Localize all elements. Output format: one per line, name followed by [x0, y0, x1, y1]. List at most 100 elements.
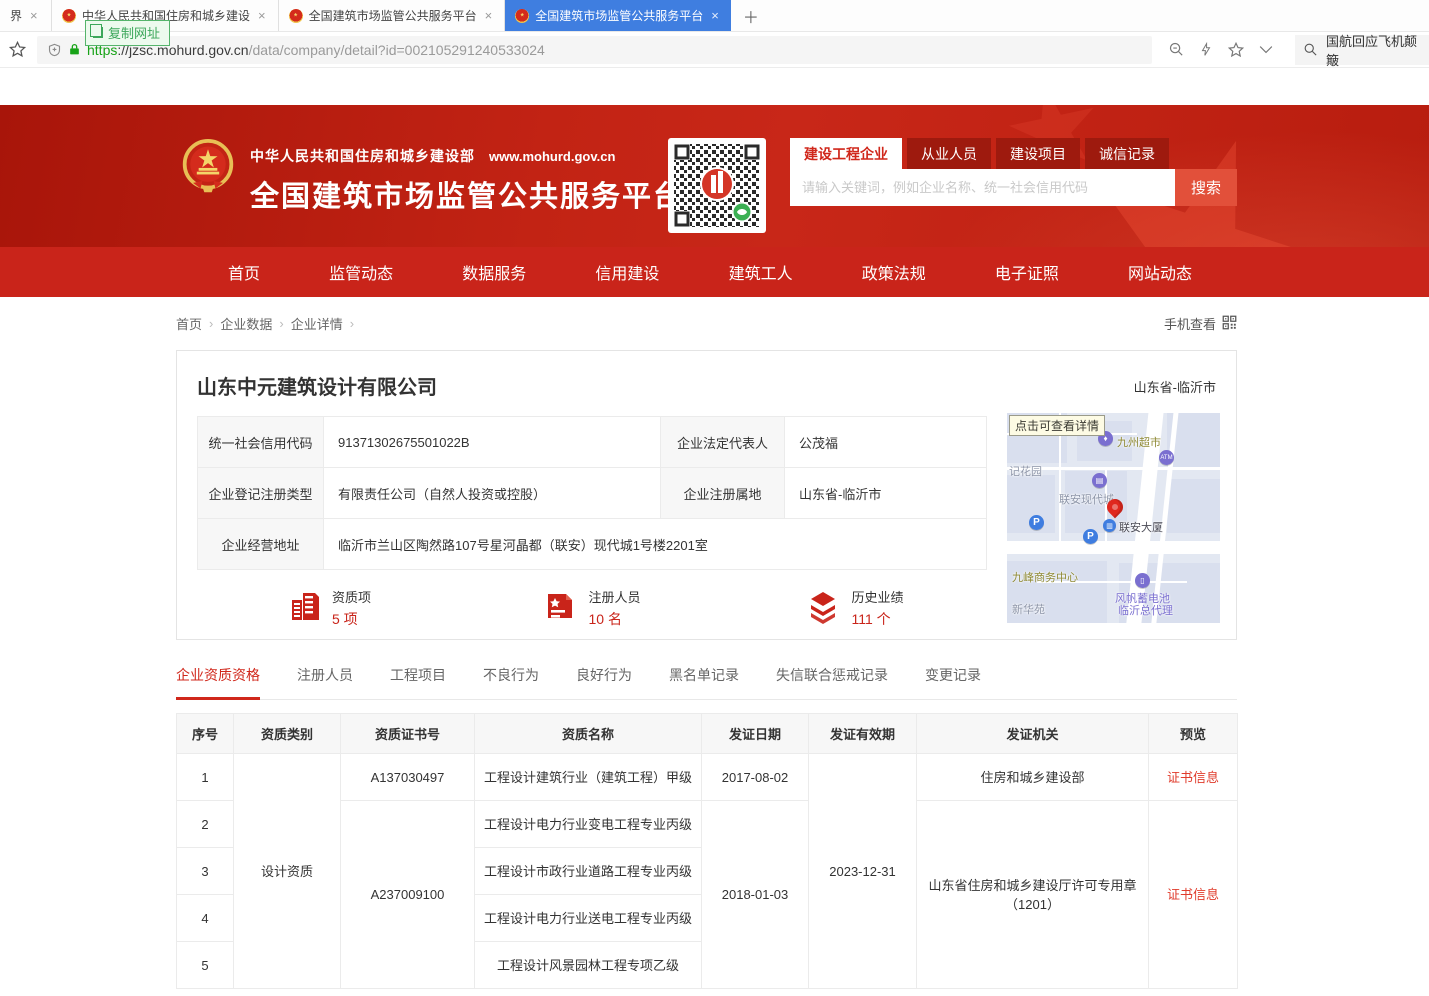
header-qr-code: [668, 138, 766, 233]
field-label: 企业法定代表人: [661, 417, 785, 468]
seq-cell: 1: [177, 754, 234, 801]
breadcrumb-home[interactable]: 首页: [176, 314, 202, 333]
nav-item-home[interactable]: 首页: [228, 260, 260, 284]
issue-date-cell: 2018-01-03: [702, 801, 809, 989]
table-header-row: 序号 资质类别 资质证书号 资质名称 发证日期 发证有效期 发证机关 预览: [177, 714, 1238, 754]
tower-marker-icon: ▥: [1103, 519, 1116, 532]
browser-tab-jzsc-active[interactable]: 全国建筑市场监管公共服务平台 ×: [505, 0, 731, 31]
tab-good-behavior[interactable]: 良好行为: [576, 665, 632, 699]
col-header-preview: 预览: [1149, 714, 1238, 754]
col-header-valid-until: 发证有效期: [809, 714, 917, 754]
col-header-name: 资质名称: [475, 714, 702, 754]
tab-registered-personnel[interactable]: 注册人员: [297, 665, 353, 699]
field-label: 统一社会信用代码: [198, 417, 324, 468]
breadcrumb-separator: ›: [279, 316, 283, 331]
stat-label: 资质项: [332, 587, 371, 606]
qualification-table: 序号 资质类别 资质证书号 资质名称 发证日期 发证有效期 发证机关 预览 1 …: [176, 713, 1238, 989]
stat-label: 注册人员: [588, 587, 640, 606]
credit-code-value: 91371302675501022B: [324, 417, 661, 468]
col-header-issue-date: 发证日期: [702, 714, 809, 754]
url-path: /data/company/detail?id=0021052912405330…: [249, 42, 545, 58]
map-poi-garden: 记花园: [1009, 463, 1042, 479]
breadcrumb-company-data[interactable]: 企业数据: [220, 314, 272, 333]
company-region: 山东省-临沂市: [1134, 377, 1216, 396]
col-header-seq: 序号: [177, 714, 234, 754]
company-location-map[interactable]: ♦ 九州超市 ATM 记花园 ▤ 联安现代城 ▥ 联安大厦 P P 九峰商务中心…: [1007, 413, 1220, 623]
search-tab-credit[interactable]: 诚信记录: [1085, 138, 1169, 169]
nav-item-news[interactable]: 网站动态: [1128, 260, 1192, 284]
field-label: 企业注册属地: [661, 468, 785, 519]
search-row: 搜索: [790, 169, 1237, 206]
seq-cell: 2: [177, 801, 234, 848]
company-info-table: 统一社会信用代码 91371302675501022B 企业法定代表人 公茂福 …: [197, 416, 987, 570]
tab-dishonesty-records[interactable]: 失信联合惩戒记录: [776, 665, 888, 699]
map-tooltip: 点击可查看详情: [1009, 415, 1105, 436]
search-tab-project[interactable]: 建设项目: [996, 138, 1080, 169]
site-logo-block[interactable]: 中华人民共和国住房和城乡建设部www.mohurd.gov.cn 全国建筑市场监…: [180, 138, 684, 215]
page-top-gap: [0, 68, 1429, 105]
close-icon[interactable]: ×: [483, 8, 495, 23]
search-tab-personnel[interactable]: 从业人员: [907, 138, 991, 169]
parking-icon: P: [1029, 515, 1044, 530]
table-row: 企业登记注册类型 有限责任公司（自然人投资或控股） 企业注册属地 山东省-临沂市: [198, 468, 987, 519]
tab-change-records[interactable]: 变更记录: [925, 665, 981, 699]
emblem-favicon-icon: [62, 9, 76, 23]
shield-icon[interactable]: [47, 42, 62, 58]
stat-registered-personnel[interactable]: 注册人员 10 名: [460, 587, 723, 629]
url-bar: https://jzsc.mohurd.gov.cn/data/company/…: [0, 32, 1429, 68]
nav-item-workers[interactable]: 建筑工人: [729, 260, 793, 284]
tab-blacklist[interactable]: 黑名单记录: [669, 665, 739, 699]
cert-no-cell: A137030497: [341, 754, 475, 801]
site-titles: 中华人民共和国住房和城乡建设部www.mohurd.gov.cn 全国建筑市场监…: [250, 138, 684, 215]
quick-search-box[interactable]: 国航回应飞机颠簸: [1295, 35, 1429, 65]
stat-label: 历史业绩: [851, 587, 903, 606]
nav-item-license[interactable]: 电子证照: [995, 260, 1059, 284]
ministry-name: 中华人民共和国住房和城乡建设部: [250, 148, 475, 164]
new-tab-button[interactable]: ＋: [731, 0, 771, 31]
site-header: 中华人民共和国住房和城乡建设部www.mohurd.gov.cn 全国建筑市场监…: [0, 105, 1429, 247]
breadcrumb: 首页 › 企业数据 › 企业详情 ›: [176, 314, 354, 333]
platform-title: 全国建筑市场监管公共服务平台: [250, 173, 684, 215]
breadcrumb-company-detail[interactable]: 企业详情: [291, 314, 343, 333]
close-icon[interactable]: ×: [28, 8, 40, 23]
certificate-info-link[interactable]: 证书信息: [1167, 887, 1219, 902]
mobile-view-link[interactable]: 手机查看: [1164, 314, 1237, 333]
nav-item-policy[interactable]: 政策法规: [862, 260, 926, 284]
stat-qualifications[interactable]: 资质项 5 项: [197, 587, 460, 629]
close-icon[interactable]: ×: [256, 8, 268, 23]
tab-bad-behavior[interactable]: 不良行为: [483, 665, 539, 699]
breadcrumb-separator: ›: [209, 316, 213, 331]
browser-tab-partial[interactable]: 界 ×: [0, 0, 52, 31]
qual-name-cell: 工程设计市政行业道路工程专业丙级: [475, 848, 702, 895]
stat-value: 5 项: [332, 609, 371, 629]
seq-cell: 3: [177, 848, 234, 895]
browser-tab-jzsc-1[interactable]: 全国建筑市场监管公共服务平台 ×: [279, 0, 506, 31]
performance-layers-icon: [805, 588, 841, 629]
nav-item-credit[interactable]: 信用建设: [595, 260, 659, 284]
certificate-info-link[interactable]: 证书信息: [1167, 770, 1219, 785]
field-label: 企业经营地址: [198, 519, 324, 570]
tab-projects[interactable]: 工程项目: [390, 665, 446, 699]
qualification-building-icon: [286, 588, 322, 629]
lightning-icon[interactable]: [1199, 41, 1213, 58]
authority-cell: 山东省住房和城乡建设厅许可专用章（1201）: [917, 801, 1149, 989]
map-poi-supermarket: 九州超市: [1117, 434, 1161, 450]
search-button[interactable]: 搜索: [1175, 169, 1237, 206]
zoom-out-icon[interactable]: [1168, 41, 1185, 58]
chevron-down-icon[interactable]: [1259, 45, 1273, 54]
atm-marker-icon: ATM: [1159, 450, 1174, 465]
stat-history-performance[interactable]: 历史业绩 111 个: [723, 587, 986, 629]
tab-qualifications[interactable]: 企业资质资格: [176, 665, 260, 700]
address-field[interactable]: https://jzsc.mohurd.gov.cn/data/company/…: [37, 36, 1152, 64]
nav-item-data-service[interactable]: 数据服务: [462, 260, 526, 284]
authority-cell: 住房和城乡建设部: [917, 754, 1149, 801]
bookmark-star-icon[interactable]: [8, 40, 27, 59]
nav-item-supervision[interactable]: 监管动态: [329, 260, 393, 284]
lock-icon: [68, 42, 81, 57]
url-actions: [1152, 41, 1287, 59]
favorite-star-icon[interactable]: [1227, 41, 1245, 59]
search-tab-enterprise[interactable]: 建设工程企业: [790, 138, 902, 169]
preview-cell: 证书信息: [1149, 754, 1238, 801]
close-icon[interactable]: ×: [709, 8, 721, 23]
keyword-search-input[interactable]: [790, 169, 1175, 206]
